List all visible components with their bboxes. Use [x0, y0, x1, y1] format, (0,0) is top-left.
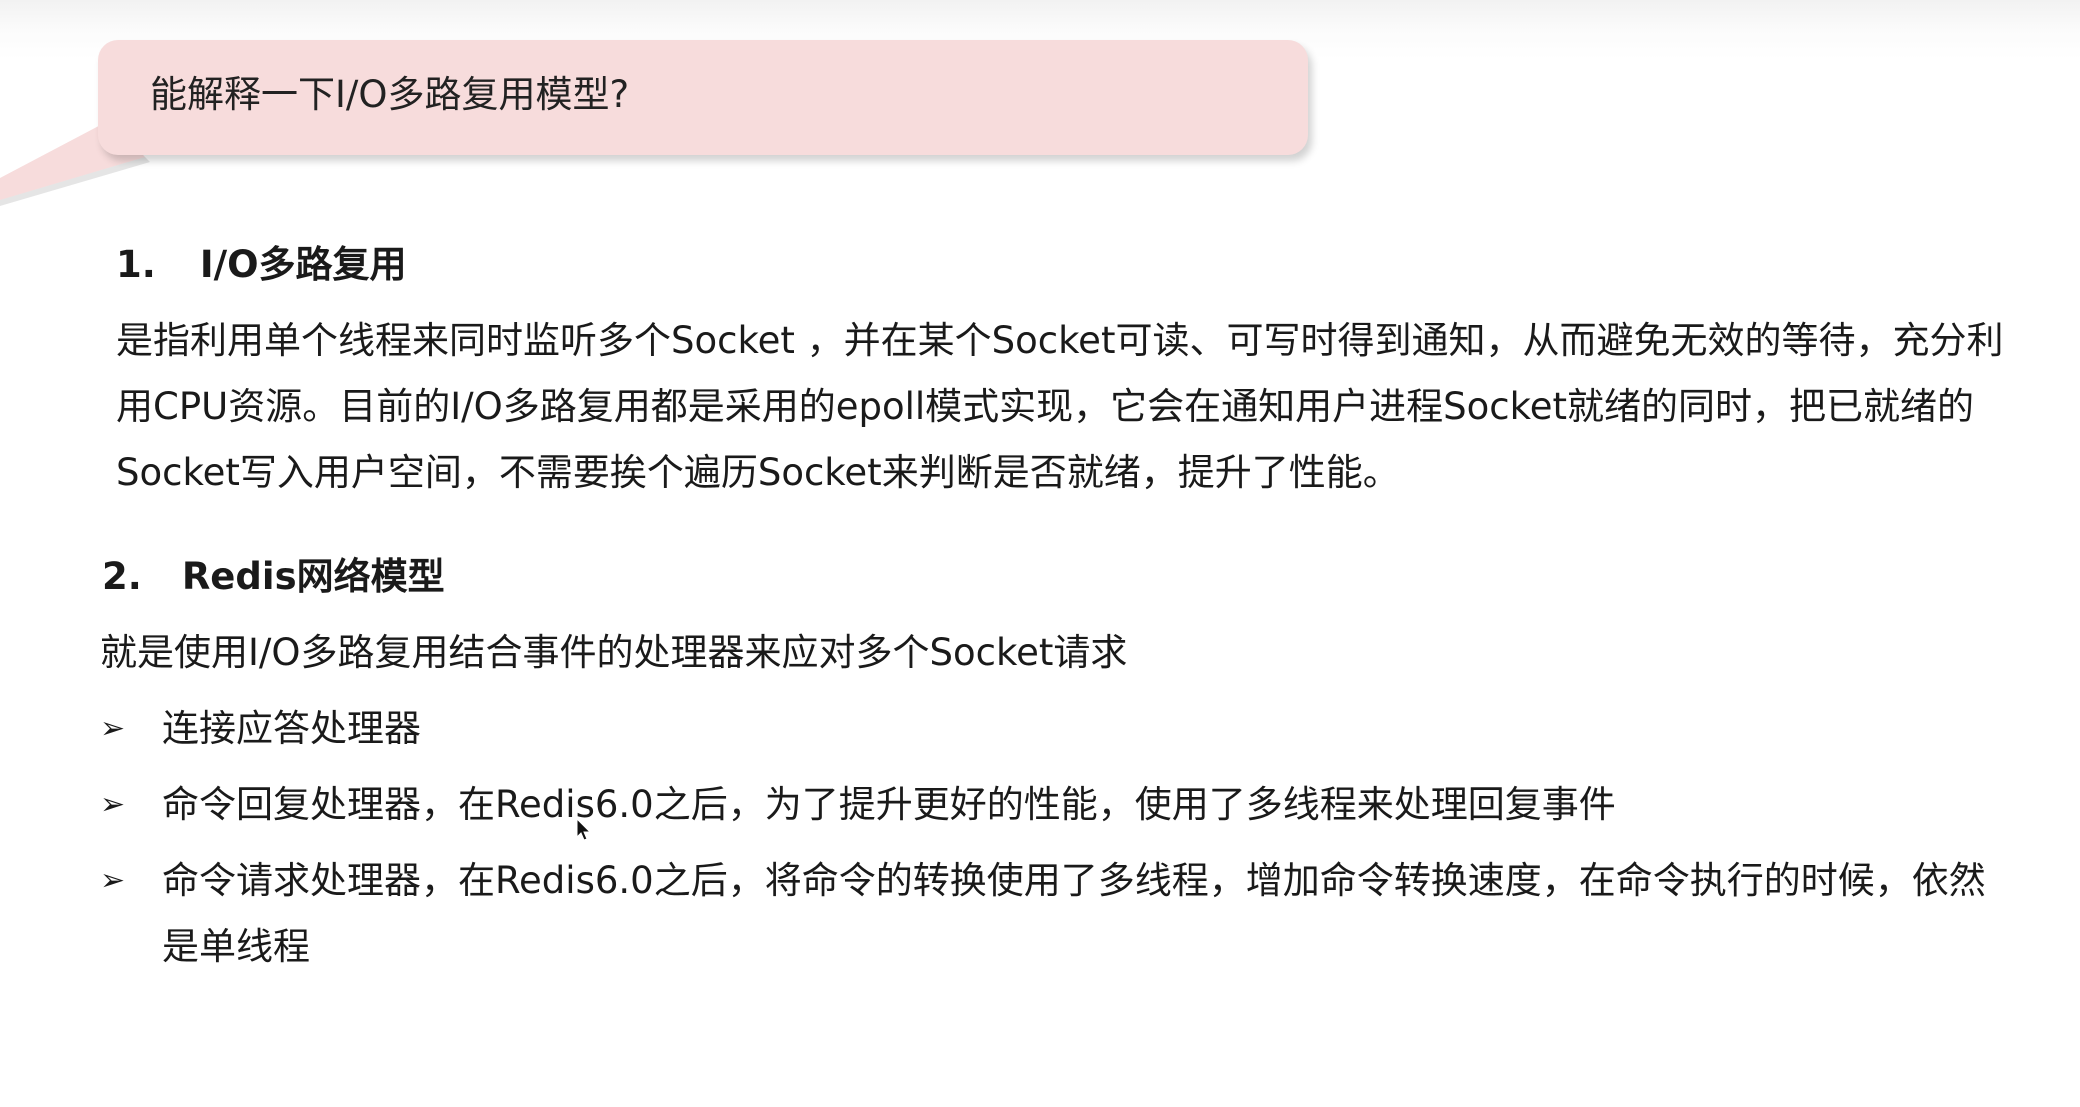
section1-heading: 1. I/O多路复用: [116, 240, 407, 290]
section1-line: 用CPU资源。目前的I/O多路复用都是采用的epoll模式实现，它会在通知用户进…: [116, 385, 1975, 428]
section2-intro: 就是使用I/O多路复用结合事件的处理器来应对多个Socket请求: [100, 620, 1127, 686]
bullet-line: 连接应答处理器: [162, 707, 421, 750]
arrow-bullet-icon: ➢: [100, 787, 126, 822]
arrow-bullet-icon: ➢: [100, 863, 126, 898]
slide-page: 能解释一下I/O多路复用模型? 1. I/O多路复用 是指利用单个线程来同时监听多…: [0, 0, 2080, 1107]
section2-heading: 2. Redis网络模型: [102, 552, 445, 602]
section2-intro-text: 就是使用I/O多路复用结合事件的处理器来应对多个Socket请求: [100, 631, 1128, 674]
section2-title: Redis网络模型: [181, 555, 445, 598]
section1-title: I/O多路复用: [199, 243, 407, 286]
section1-line: Socket写入用户空间，不需要挨个遍历Socket来判断是否就绪，提升了性能。: [116, 451, 1400, 494]
mouse-cursor-icon: [576, 818, 592, 841]
section1-number: 1.: [116, 243, 156, 286]
bullet-line: 是单线程: [162, 925, 310, 968]
bullet-text: 命令回复处理器，在Redis6.0之后，为了提升更好的性能，使用了多线程来处理回…: [162, 772, 1616, 838]
bullet-text: 命令请求处理器，在Redis6.0之后，将命令的转换使用了多线程，增加命令转换速…: [162, 848, 1986, 980]
section1-line: 是指利用单个线程来同时监听多个Socket ，并在某个Socket可读、可写时得…: [116, 319, 2004, 362]
arrow-bullet-icon: ➢: [100, 711, 126, 746]
bullet-line: 命令回复处理器，在Redis6.0之后，为了提升更好的性能，使用了多线程来处理回…: [162, 783, 1616, 826]
question-text: 能解释一下I/O多路复用模型?: [150, 73, 630, 116]
bullet-text: 连接应答处理器: [162, 696, 421, 762]
bullet-line: 命令请求处理器，在Redis6.0之后，将命令的转换使用了多线程，增加命令转换速…: [162, 859, 1986, 902]
section2-number: 2.: [102, 555, 142, 598]
section1-paragraph: 是指利用单个线程来同时监听多个Socket ，并在某个Socket可读、可写时得…: [116, 308, 2003, 506]
